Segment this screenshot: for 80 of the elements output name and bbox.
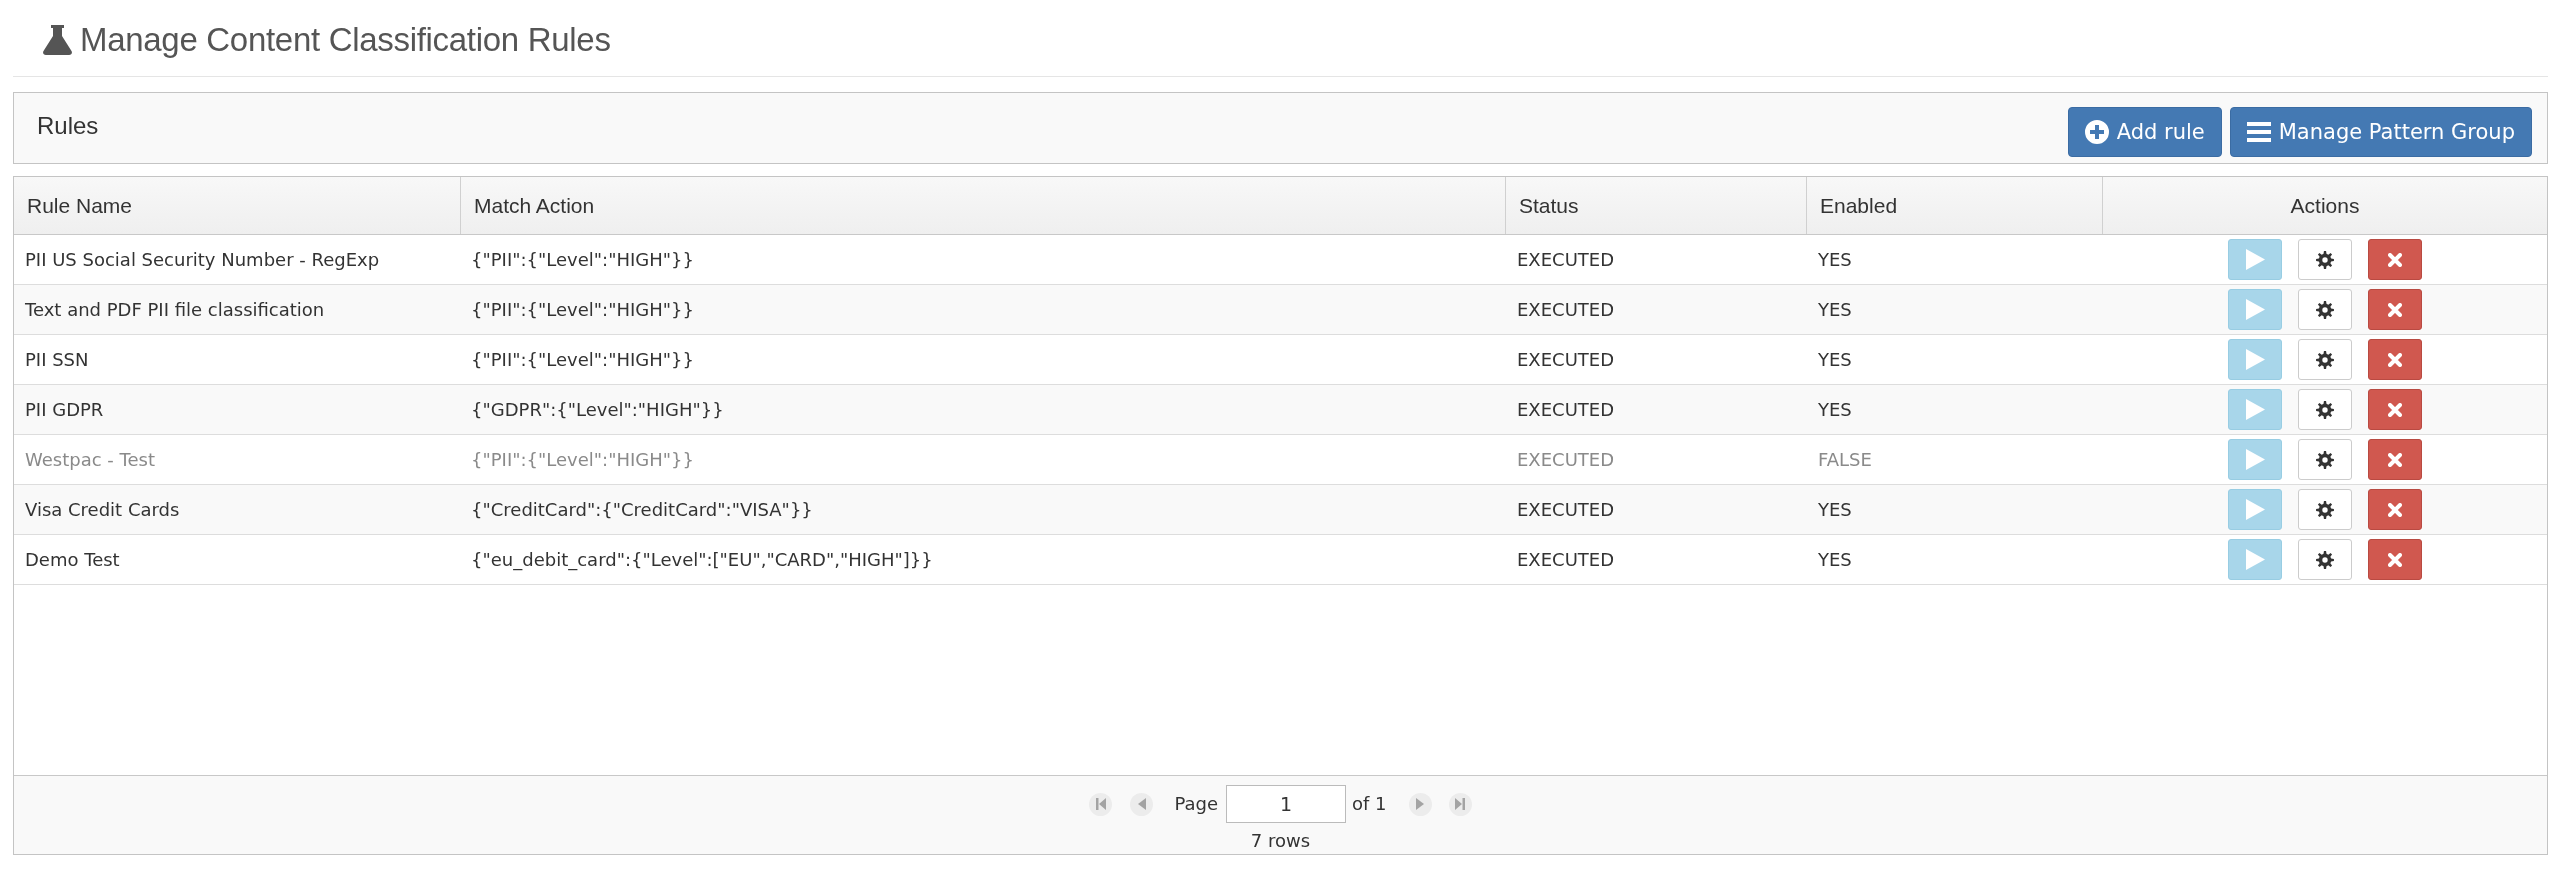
rule-name-cell: PII US Social Security Number - RegExp [25, 248, 380, 271]
settings-button[interactable] [2298, 339, 2352, 380]
status-cell: EXECUTED [1517, 398, 1615, 421]
page-count-label: of 1 [1352, 792, 1387, 816]
settings-button[interactable] [2298, 539, 2352, 580]
settings-button[interactable] [2298, 389, 2352, 430]
manage-button[interactable]: Manage Pattern Group [2229, 107, 2532, 157]
match-action-cell: {"PII":{"Level":"HIGH"}} [471, 298, 694, 321]
enabled-cell: YES [1818, 248, 1852, 271]
match-action-cell: {"CreditCard":{"CreditCard":"VISA"}} [471, 498, 813, 521]
settings-button[interactable] [2298, 489, 2352, 530]
enabled-cell: FALSE [1818, 448, 1872, 471]
delete-button[interactable] [2368, 389, 2422, 430]
rule-name-cell: PII SSN [25, 348, 89, 371]
match-action-cell: {"PII":{"Level":"HIGH"}} [471, 448, 694, 471]
triangle-right-icon [1416, 798, 1425, 810]
row-count-label: 7 rows [1250, 829, 1311, 853]
status-cell: EXECUTED [1517, 248, 1615, 271]
close-icon [2388, 502, 2402, 517]
play-icon [2245, 299, 2265, 320]
rule-name-cell: Westpac - Test [25, 448, 155, 471]
add-button[interactable]: Add rule [2067, 107, 2222, 157]
play-icon [2245, 449, 2265, 470]
status-cell: EXECUTED [1517, 348, 1615, 371]
delete-button[interactable] [2368, 339, 2422, 380]
flask-icon [43, 25, 72, 55]
enabled-cell: YES [1818, 298, 1852, 321]
enabled-cell: YES [1818, 548, 1852, 571]
play-icon [2245, 549, 2265, 570]
delete-button[interactable] [2368, 289, 2422, 330]
settings-button[interactable] [2298, 239, 2352, 280]
close-icon [2388, 252, 2402, 267]
page-title: Manage Content Classification Rules [80, 20, 611, 60]
column-header: Status [1519, 192, 1579, 219]
status-cell: EXECUTED [1517, 298, 1615, 321]
gear-icon [2316, 300, 2334, 319]
status-cell: EXECUTED [1517, 498, 1615, 521]
delete-button[interactable] [2368, 539, 2422, 580]
play-icon [2245, 349, 2265, 370]
status-cell: EXECUTED [1517, 448, 1615, 471]
match-action-cell: {"PII":{"Level":"HIGH"}} [471, 348, 694, 371]
close-icon [2388, 552, 2402, 567]
gear-icon [2316, 450, 2334, 469]
delete-button[interactable] [2368, 489, 2422, 530]
close-icon [2388, 352, 2402, 367]
page-label: Page [1174, 792, 1218, 816]
settings-button[interactable] [2298, 289, 2352, 330]
page-field[interactable]: 1 [1226, 785, 1346, 823]
gear-icon [2316, 250, 2334, 269]
gear-icon [2316, 500, 2334, 519]
close-icon [2388, 302, 2402, 317]
close-icon [2388, 452, 2402, 467]
column-header: Match Action [474, 192, 595, 219]
rule-name-cell: Visa Credit Cards [25, 498, 180, 521]
close-icon [2388, 402, 2402, 417]
skip-to-start-icon [1095, 798, 1106, 810]
gear-icon [2316, 550, 2334, 569]
triangle-left-icon [1137, 798, 1146, 810]
column-header: Actions [2290, 192, 2360, 219]
rule-name-cell: Text and PDF PII file classification [25, 298, 325, 321]
match-action-cell: {"eu_debit_card":{"Level":["EU","CARD","HIGH"]}} [471, 548, 933, 571]
delete-button[interactable] [2368, 239, 2422, 280]
rule-name-cell: Demo Test [25, 548, 120, 571]
play-icon [2245, 249, 2265, 270]
enabled-cell: YES [1818, 498, 1852, 521]
panel-title: Rules [37, 112, 99, 140]
status-cell: EXECUTED [1517, 548, 1615, 571]
enabled-cell: YES [1818, 348, 1852, 371]
column-header: Rule Name [27, 192, 133, 219]
rule-name-cell: PII GDPR [25, 398, 104, 421]
play-icon [2245, 399, 2265, 420]
gear-icon [2316, 400, 2334, 419]
menu-icon [2246, 122, 2271, 142]
column-header: Enabled [1820, 192, 1898, 219]
enabled-cell: YES [1818, 398, 1852, 421]
gear-icon [2316, 350, 2334, 369]
match-action-cell: {"PII":{"Level":"HIGH"}} [471, 248, 694, 271]
match-action-cell: {"GDPR":{"Level":"HIGH"}} [471, 398, 724, 421]
skip-to-end-icon [1455, 798, 1466, 810]
play-icon [2245, 499, 2265, 520]
